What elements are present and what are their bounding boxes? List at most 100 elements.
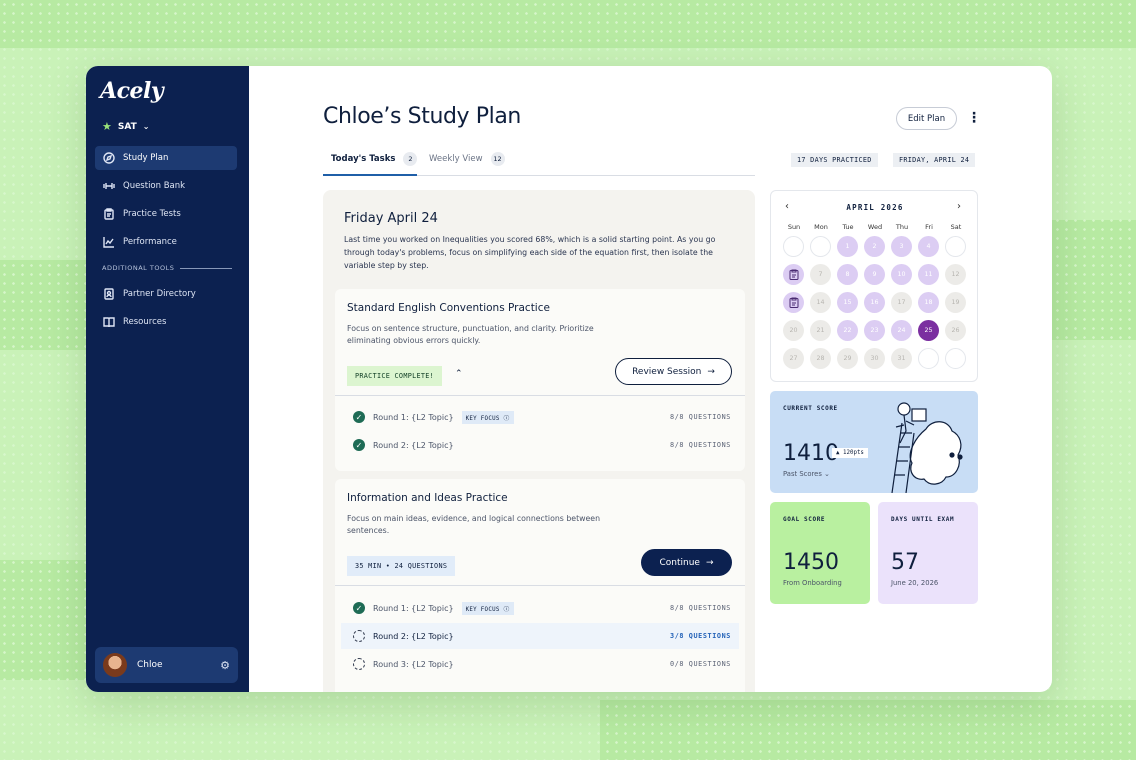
practice-card: Information and Ideas Practice Focus on … [335, 479, 745, 692]
tab-label: Today's Tasks [331, 154, 396, 164]
calendar-day[interactable]: 21 [810, 320, 831, 341]
sidebar-item-practice-tests[interactable]: Practice Tests [95, 202, 237, 226]
past-scores-link[interactable]: Past Scores ⌄ [783, 470, 830, 478]
round-row[interactable]: ✓ Round 1: {L2 Topic} KEY FOCUS ⓘ 8/8 QU… [341, 404, 739, 430]
score-value: 1410 [783, 441, 839, 466]
calendar-day[interactable]: 7 [810, 264, 831, 285]
sidebar-item-study-plan[interactable]: Study Plan [95, 146, 237, 170]
current-score-card[interactable]: CURRENT SCORE 1410 ▲ 120pts Past Scores … [770, 391, 978, 493]
question-count: 8/8 QUESTIONS [670, 413, 731, 421]
calendar-day-empty [945, 348, 966, 369]
compass-icon [103, 152, 115, 164]
calendar-day-empty [945, 236, 966, 257]
main-content: Chloe’s Study Plan Edit Plan ⋮ Today's T… [249, 66, 1052, 692]
key-focus-badge: KEY FOCUS ⓘ [461, 410, 514, 424]
calendar: ‹ APRIL 2026 › Sun Mon Tue Wed Thu Fri Sat 123… [770, 190, 978, 382]
calendar-day[interactable]: 8 [837, 264, 858, 285]
sidebar-item-label: Performance [123, 237, 177, 247]
page-title: Chloe’s Study Plan [323, 104, 521, 129]
calendar-day[interactable]: 22 [837, 320, 858, 341]
sidebar-item-question-bank[interactable]: Question Bank [95, 174, 237, 198]
gear-icon[interactable]: ⚙ [220, 659, 230, 672]
continue-button[interactable]: Continue → [641, 549, 732, 576]
calendar-day[interactable]: 15 [837, 292, 858, 313]
calendar-day[interactable]: 18 [918, 292, 939, 313]
round-row[interactable]: Round 3: {L2 Topic} 0/8 QUESTIONS [341, 651, 739, 677]
duration-badge: 35 MIN • 24 QUESTIONS [347, 556, 456, 576]
round-row[interactable]: Round 2: {L2 Topic} 3/8 QUESTIONS [341, 623, 739, 649]
question-count: 3/8 QUESTIONS [670, 632, 731, 640]
clipboard-icon[interactable] [783, 292, 804, 313]
edit-plan-button[interactable]: Edit Plan [896, 107, 957, 130]
calendar-day[interactable]: 19 [945, 292, 966, 313]
calendar-day[interactable]: 20 [783, 320, 804, 341]
round-row[interactable]: ✓ Round 1: {L2 Topic} KEY FOCUS ⓘ 8/8 QU… [341, 595, 739, 621]
calendar-day[interactable]: 23 [864, 320, 885, 341]
calendar-day[interactable]: 9 [864, 264, 885, 285]
score-label: GOAL SCORE [783, 516, 826, 523]
calendar-day[interactable]: 24 [891, 320, 912, 341]
divider [335, 585, 745, 586]
question-count: 8/8 QUESTIONS [670, 441, 731, 449]
round-row[interactable]: ✓ Round 2: {L2 Topic} 8/8 QUESTIONS [341, 432, 739, 458]
in-progress-icon [353, 630, 365, 642]
tab-label: Weekly View [429, 154, 483, 164]
user-name: Chloe [137, 660, 163, 670]
calendar-day[interactable]: 2 [864, 236, 885, 257]
app-logo[interactable]: Acely [100, 78, 164, 104]
sidebar-item-label: Practice Tests [123, 209, 181, 219]
chevron-down-icon: ⌄ [142, 122, 150, 131]
chevron-right-icon[interactable]: › [957, 201, 961, 212]
sidebar-item-resources[interactable]: Resources [95, 310, 237, 334]
weekday-label: Fri [925, 223, 933, 231]
days-until-exam-card: DAYS UNTIL EXAM 57 June 20, 2026 [878, 502, 978, 604]
chevron-down-icon: ⌄ [824, 470, 830, 478]
exam-selector[interactable]: ★ SAT ⌄ [102, 120, 149, 133]
calendar-day[interactable]: 17 [891, 292, 912, 313]
book-icon [103, 317, 115, 328]
calendar-day[interactable]: 16 [864, 292, 885, 313]
calendar-day[interactable]: 4 [918, 236, 939, 257]
score-label: CURRENT SCORE [783, 405, 838, 412]
sidebar: Acely ★ SAT ⌄ Study Plan Question Bank P… [86, 66, 249, 692]
chevron-up-icon[interactable]: ⌃ [455, 369, 463, 379]
weekday-label: Tue [842, 223, 854, 231]
tab-todays-tasks[interactable]: Today's Tasks 2 [331, 152, 418, 166]
weekday-label: Thu [895, 223, 909, 231]
calendar-day[interactable]: 14 [810, 292, 831, 313]
calendar-day[interactable]: 11 [918, 264, 939, 285]
clipboard-icon [104, 208, 114, 220]
exam-label: SAT [117, 121, 137, 132]
clipboard-icon[interactable] [783, 264, 804, 285]
more-options-icon[interactable]: ⋮ [967, 110, 981, 126]
calendar-day[interactable]: 3 [891, 236, 912, 257]
calendar-day-empty [918, 348, 939, 369]
score-sub: June 20, 2026 [891, 579, 939, 587]
calendar-day[interactable]: 31 [891, 348, 912, 369]
contact-book-icon [104, 288, 114, 300]
key-focus-badge: KEY FOCUS ⓘ [461, 601, 514, 615]
calendar-day[interactable]: 27 [783, 348, 804, 369]
calendar-day-empty [810, 236, 831, 257]
arrow-right-icon: → [707, 366, 715, 377]
button-label: Continue [659, 557, 700, 568]
calendar-day[interactable]: 25 [918, 320, 939, 341]
calendar-day[interactable]: 30 [864, 348, 885, 369]
calendar-day[interactable]: 29 [837, 348, 858, 369]
score-sub: From Onboarding [783, 579, 842, 587]
sidebar-item-partner-directory[interactable]: Partner Directory [95, 282, 237, 306]
climber-illustration [891, 402, 963, 493]
sidebar-item-label: Question Bank [123, 181, 186, 191]
tab-weekly-view[interactable]: Weekly View 12 [429, 152, 505, 166]
review-session-button[interactable]: Review Session → [615, 358, 732, 385]
calendar-day[interactable]: 28 [810, 348, 831, 369]
calendar-day[interactable]: 12 [945, 264, 966, 285]
score-value: 57 [891, 550, 919, 575]
calendar-day[interactable]: 1 [837, 236, 858, 257]
calendar-day[interactable]: 26 [945, 320, 966, 341]
sidebar-item-performance[interactable]: Performance [95, 230, 237, 254]
user-profile[interactable]: Chloe ⚙ [95, 647, 238, 683]
weekday-label: Mon [814, 223, 828, 231]
question-count: 0/8 QUESTIONS [670, 660, 731, 668]
calendar-day[interactable]: 10 [891, 264, 912, 285]
